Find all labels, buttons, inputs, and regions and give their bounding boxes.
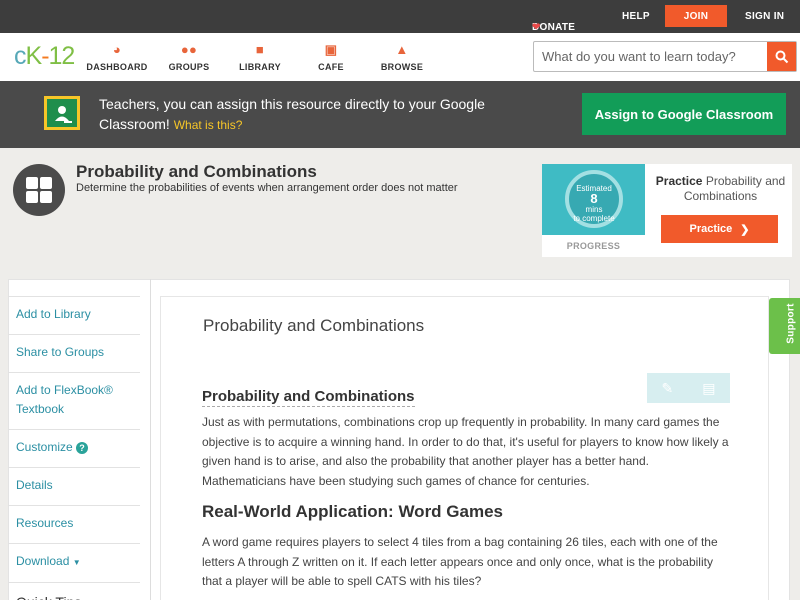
- help-icon[interactable]: ?: [76, 442, 89, 454]
- notes-icon[interactable]: ▤: [702, 380, 715, 397]
- concept-icon: [13, 164, 65, 216]
- chevron-right-icon: ❯: [740, 223, 750, 236]
- search-box: [533, 41, 797, 72]
- assign-google-classroom-button[interactable]: Assign to Google Classroom: [582, 93, 786, 135]
- quick-tips-heading: Quick Tips: [8, 582, 140, 600]
- join-button[interactable]: JOIN: [665, 5, 727, 27]
- divider: [150, 279, 151, 600]
- pencil-icon[interactable]: ✎: [662, 380, 674, 397]
- caret-down-icon: ▼: [72, 558, 81, 567]
- sidebar-item-add-to-flexbook[interactable]: Add to FlexBook® Textbook: [8, 372, 140, 429]
- nav-library[interactable]: ■ LIBRARY: [225, 42, 295, 73]
- search-button[interactable]: [767, 42, 796, 71]
- ck12-logo[interactable]: cK-12: [14, 43, 75, 69]
- heart-icon: ❤: [532, 22, 541, 33]
- application-paragraph: A word game requires players to select 4…: [202, 535, 718, 588]
- nav-groups[interactable]: ●● GROUPS: [154, 42, 224, 73]
- what-is-this-link[interactable]: What is this?: [174, 118, 243, 132]
- concept-title: Probability and Combinations: [76, 162, 317, 181]
- google-banner-text: Teachers, you can assign this resource d…: [99, 96, 485, 132]
- sidebar: Add to Library Share to Groups Add to Fl…: [8, 296, 140, 600]
- dashboard-icon: ◕: [112, 42, 122, 57]
- search-icon: [775, 50, 788, 63]
- progress-label: PROGRESS: [566, 241, 621, 251]
- sidebar-item-add-to-library[interactable]: Add to Library: [8, 296, 140, 334]
- practice-button[interactable]: Practice ❯: [661, 215, 778, 243]
- browse-icon: ▲: [395, 42, 409, 57]
- groups-icon: ●●: [180, 42, 198, 57]
- intro-paragraph: Just as with permutations, combinations …: [202, 415, 729, 488]
- article-title: Probability and Combinations: [203, 316, 425, 335]
- search-input[interactable]: [534, 42, 767, 71]
- section-heading: Probability and Combinations: [202, 388, 415, 407]
- nav-browse[interactable]: ▲ BROWSE: [367, 42, 437, 73]
- main-nav: cK-12 ◕ DASHBOARD ●● GROUPS ■ LIBRARY ▣ …: [0, 33, 800, 81]
- nav-dashboard[interactable]: ◕ DASHBOARD: [82, 42, 152, 73]
- help-link[interactable]: HELP: [622, 11, 650, 22]
- google-classroom-banner: Teachers, you can assign this resource d…: [0, 81, 800, 148]
- estimate-ring: Estimated 8 mins to complete: [565, 170, 623, 228]
- article-tools: ✎ ▤: [647, 373, 730, 403]
- support-tab[interactable]: Support: [769, 298, 800, 354]
- nav-cafe[interactable]: ▣ CAFE: [296, 42, 366, 73]
- concept-subtitle: Determine the probabilities of events wh…: [76, 182, 458, 194]
- sidebar-item-download[interactable]: Download ▼: [8, 543, 140, 582]
- progress-image: Estimated 8 mins to complete: [542, 164, 645, 235]
- sign-in-link[interactable]: SIGN IN: [745, 11, 784, 22]
- sidebar-item-details[interactable]: Details: [8, 467, 140, 505]
- sidebar-item-share-to-groups[interactable]: Share to Groups: [8, 334, 140, 372]
- library-icon: ■: [255, 42, 265, 57]
- cafe-icon: ▣: [324, 42, 338, 57]
- top-bar: DONATE ❤ HELP JOIN SIGN IN: [0, 0, 800, 33]
- practice-card: Estimated 8 mins to complete PROGRESS Pr…: [542, 164, 792, 257]
- sidebar-item-customize[interactable]: Customize ?: [8, 429, 140, 467]
- article: Probability and Combinations ✎ ▤ Probabi…: [160, 296, 769, 600]
- practice-text: Practice Probability and Combinations: [655, 174, 786, 203]
- application-heading: Real-World Application: Word Games: [202, 502, 503, 521]
- sidebar-item-resources[interactable]: Resources: [8, 505, 140, 543]
- google-classroom-icon: [44, 96, 80, 130]
